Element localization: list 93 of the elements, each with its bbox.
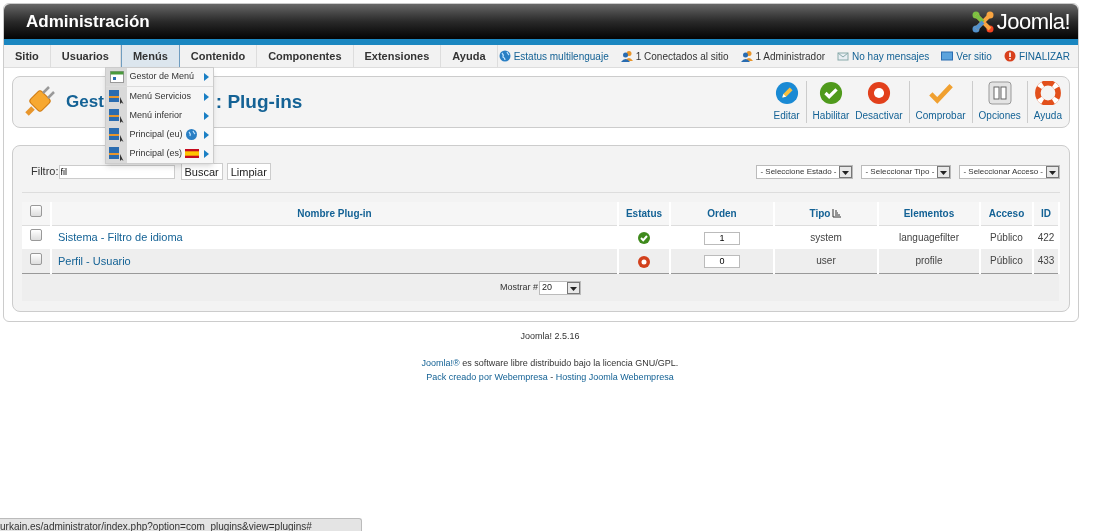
submenu-arrow-icon xyxy=(204,130,209,139)
plugin-link[interactable]: Sistema - Filtro de idioma xyxy=(58,231,183,243)
enabled-icon[interactable] xyxy=(638,232,650,245)
column-header[interactable]: Tipo xyxy=(809,205,843,221)
menu-item-icon xyxy=(109,108,124,123)
license-text: Joomla!® es software libre distribuido bajo la licencia GNU/GPL. xyxy=(421,356,679,370)
column-header[interactable]: ID xyxy=(1041,205,1051,221)
caret-icon xyxy=(1046,165,1059,178)
pencil-icon xyxy=(773,81,800,105)
filter-button[interactable]: Buscar xyxy=(180,163,223,180)
status-link[interactable]: 1 Administrador xyxy=(755,48,826,64)
submenu-arrow-icon xyxy=(204,149,209,158)
status-link[interactable]: FINALIZAR xyxy=(1018,48,1070,64)
table-cell: system xyxy=(810,231,842,243)
order-field[interactable]: 0 xyxy=(704,255,740,269)
lifebuoy-icon xyxy=(1034,81,1061,105)
menu-item-icon xyxy=(109,146,124,161)
page-title: : Plug-ins xyxy=(215,89,303,114)
column-header[interactable]: Estatus xyxy=(625,205,663,221)
options-icon xyxy=(987,81,1012,105)
separator-text: - xyxy=(549,371,555,384)
table-cell: 433 xyxy=(1037,255,1055,267)
submenu-arrow-icon xyxy=(204,73,209,81)
table-cell: Público xyxy=(990,231,1023,243)
nav-tab[interactable]: Componentes xyxy=(257,45,354,67)
filter-button[interactable]: Limpiar xyxy=(226,163,271,180)
select-dropdown[interactable]: - Seleccionar Acceso - xyxy=(959,164,1060,179)
checkbox[interactable] xyxy=(30,229,42,242)
select-dropdown[interactable]: - Seleccionar Tipo - xyxy=(861,164,952,179)
menu-item-icon xyxy=(109,127,124,142)
filter-label: Filtro: xyxy=(31,164,59,180)
users-icon xyxy=(740,50,753,62)
power-icon xyxy=(1003,50,1016,62)
credit-link[interactable]: Hosting Joomla Webempresa xyxy=(555,371,674,385)
checkmark-icon xyxy=(926,81,955,105)
menu-manager-icon xyxy=(109,71,124,83)
column-header[interactable]: Nombre Plug-in xyxy=(297,205,372,221)
toolbar-button[interactable]: Editar xyxy=(770,81,803,123)
monitor-icon xyxy=(941,50,954,62)
flag-icon xyxy=(185,149,199,158)
page-title: Gest xyxy=(66,91,104,114)
nav-tab[interactable]: Sitio xyxy=(4,45,51,67)
filter-field[interactable]: fil xyxy=(58,164,175,179)
toolbar-button[interactable]: Habilitar xyxy=(809,81,853,123)
menu-item[interactable]: Menú Servicios xyxy=(106,87,213,106)
menu-item[interactable]: Principal (eu) xyxy=(106,125,213,144)
globe-icon xyxy=(185,129,197,140)
caret-icon xyxy=(839,165,853,178)
stop-icon xyxy=(865,81,892,105)
status-link[interactable]: No hay mensajes xyxy=(852,48,930,64)
menu-item[interactable]: Principal (es) xyxy=(106,144,213,163)
checkmark-icon xyxy=(817,81,844,105)
checkbox[interactable] xyxy=(30,252,42,265)
sort-icon xyxy=(832,208,843,218)
table-cell: user xyxy=(816,255,836,267)
nav-tab[interactable]: Menús xyxy=(120,45,180,67)
version-text: Joomla! 2.5.16 xyxy=(520,330,580,343)
plugin-link[interactable]: Perfil - Usuario xyxy=(58,254,131,267)
column-header[interactable]: Acceso xyxy=(988,205,1025,221)
joomla-link[interactable]: Joomla!® xyxy=(421,357,460,368)
users-icon xyxy=(620,50,633,62)
logo-text: Joomla! xyxy=(996,8,1070,36)
checkbox[interactable] xyxy=(30,205,42,218)
table-cell: profile xyxy=(915,255,943,267)
pagination-label: Mostrar # xyxy=(500,281,538,295)
status-link[interactable]: Ver sitio xyxy=(956,48,992,64)
toolbar-button[interactable]: Comprobar xyxy=(912,81,969,123)
app-title: Administración xyxy=(26,10,150,33)
table-cell: Público xyxy=(990,255,1023,267)
submenu-arrow-icon xyxy=(204,111,209,120)
column-header[interactable]: Orden xyxy=(707,205,737,221)
toolbar-button[interactable]: Opciones xyxy=(975,81,1024,123)
caret-icon xyxy=(567,282,580,295)
status-link[interactable]: 1 Conectados al sitio xyxy=(635,48,729,64)
page-size-select[interactable]: 20 xyxy=(539,281,581,296)
toolbar-button[interactable]: Ayuda xyxy=(1030,81,1065,123)
select-dropdown[interactable]: - Seleccione Estado - xyxy=(756,164,854,179)
column-header[interactable]: Elementos xyxy=(903,205,955,221)
table-cell: 422 xyxy=(1037,231,1055,243)
globe-icon xyxy=(498,50,511,62)
order-field[interactable]: 1 xyxy=(704,231,740,245)
submenu-arrow-icon xyxy=(204,92,209,101)
credit-link[interactable]: Pack creado por Webempresa xyxy=(426,371,548,385)
mail-icon xyxy=(837,50,850,62)
logo-icon xyxy=(970,9,995,34)
caret-icon xyxy=(937,165,951,178)
menu-item[interactable]: Menú inferior xyxy=(106,106,213,125)
table-cell: languagefilter xyxy=(898,231,959,243)
nav-tab[interactable]: Extensiones xyxy=(353,45,442,67)
menu-item-icon xyxy=(109,89,124,104)
toolbar-button[interactable]: Desactivar xyxy=(852,81,906,123)
status-link[interactable]: Estatus multilenguaje xyxy=(513,48,609,64)
nav-tab[interactable]: Ayuda xyxy=(441,45,498,67)
